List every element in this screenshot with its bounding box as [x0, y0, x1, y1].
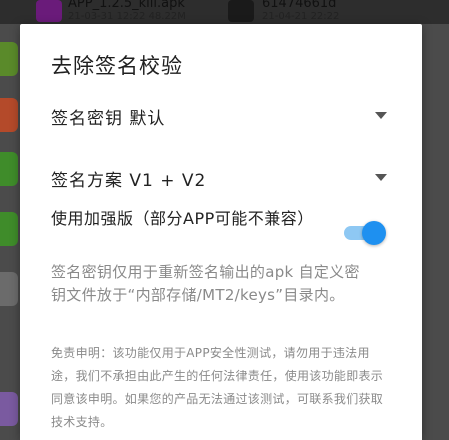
signing-scheme-label: 签名方案 V1 + V2: [51, 171, 207, 191]
dialog-title: 去除签名校验: [51, 54, 183, 78]
app-icon: [0, 98, 18, 132]
signing-key-select[interactable]: 签名密钥 默认: [51, 102, 391, 132]
app-icon: [0, 152, 18, 186]
disclaimer-text: 免责申明：该功能仅用于APP安全性测试，请勿用于违法用途，我们不承担由此产生的任…: [51, 346, 384, 429]
signing-key-label: 签名密钥 默认: [51, 109, 166, 129]
app-icon: [0, 42, 18, 76]
file-item[interactable]: 61474661d 21-04-21 22:22: [262, 0, 339, 22]
enhanced-mode-toggle[interactable]: [344, 221, 386, 245]
remove-signature-check-dialog: 去除签名校验 签名密钥 默认 签名方案 V1 + V2 使用加强版（部分APP可…: [20, 24, 422, 440]
signing-key-info: 签名密钥仅用于重新签名输出的apk 自定义密钥文件放于“内部存储/MT2/key…: [51, 263, 360, 304]
file-name: APP_1.2.5_kill.apk: [68, 0, 185, 11]
app-icon: [0, 392, 18, 426]
file-icon: [0, 272, 18, 306]
dropdown-arrow-icon: [375, 112, 387, 119]
toggle-thumb: [362, 221, 386, 245]
file-name: 61474661d: [262, 0, 337, 11]
enhanced-mode-label: 使用加强版（部分APP可能不兼容）: [51, 209, 314, 228]
apk-file-icon: [36, 0, 62, 22]
file-meta: 21-03-31 12:22 48.22M: [68, 11, 186, 22]
file-meta: 21-04-21 22:22: [262, 11, 340, 22]
dropdown-arrow-icon: [375, 174, 387, 181]
signing-scheme-select[interactable]: 签名方案 V1 + V2: [51, 164, 391, 194]
file-icon: [228, 0, 254, 22]
app-icon: [0, 212, 18, 246]
file-item[interactable]: APP_1.2.5_kill.apk 21-03-31 12:22 48.22M: [68, 0, 186, 22]
